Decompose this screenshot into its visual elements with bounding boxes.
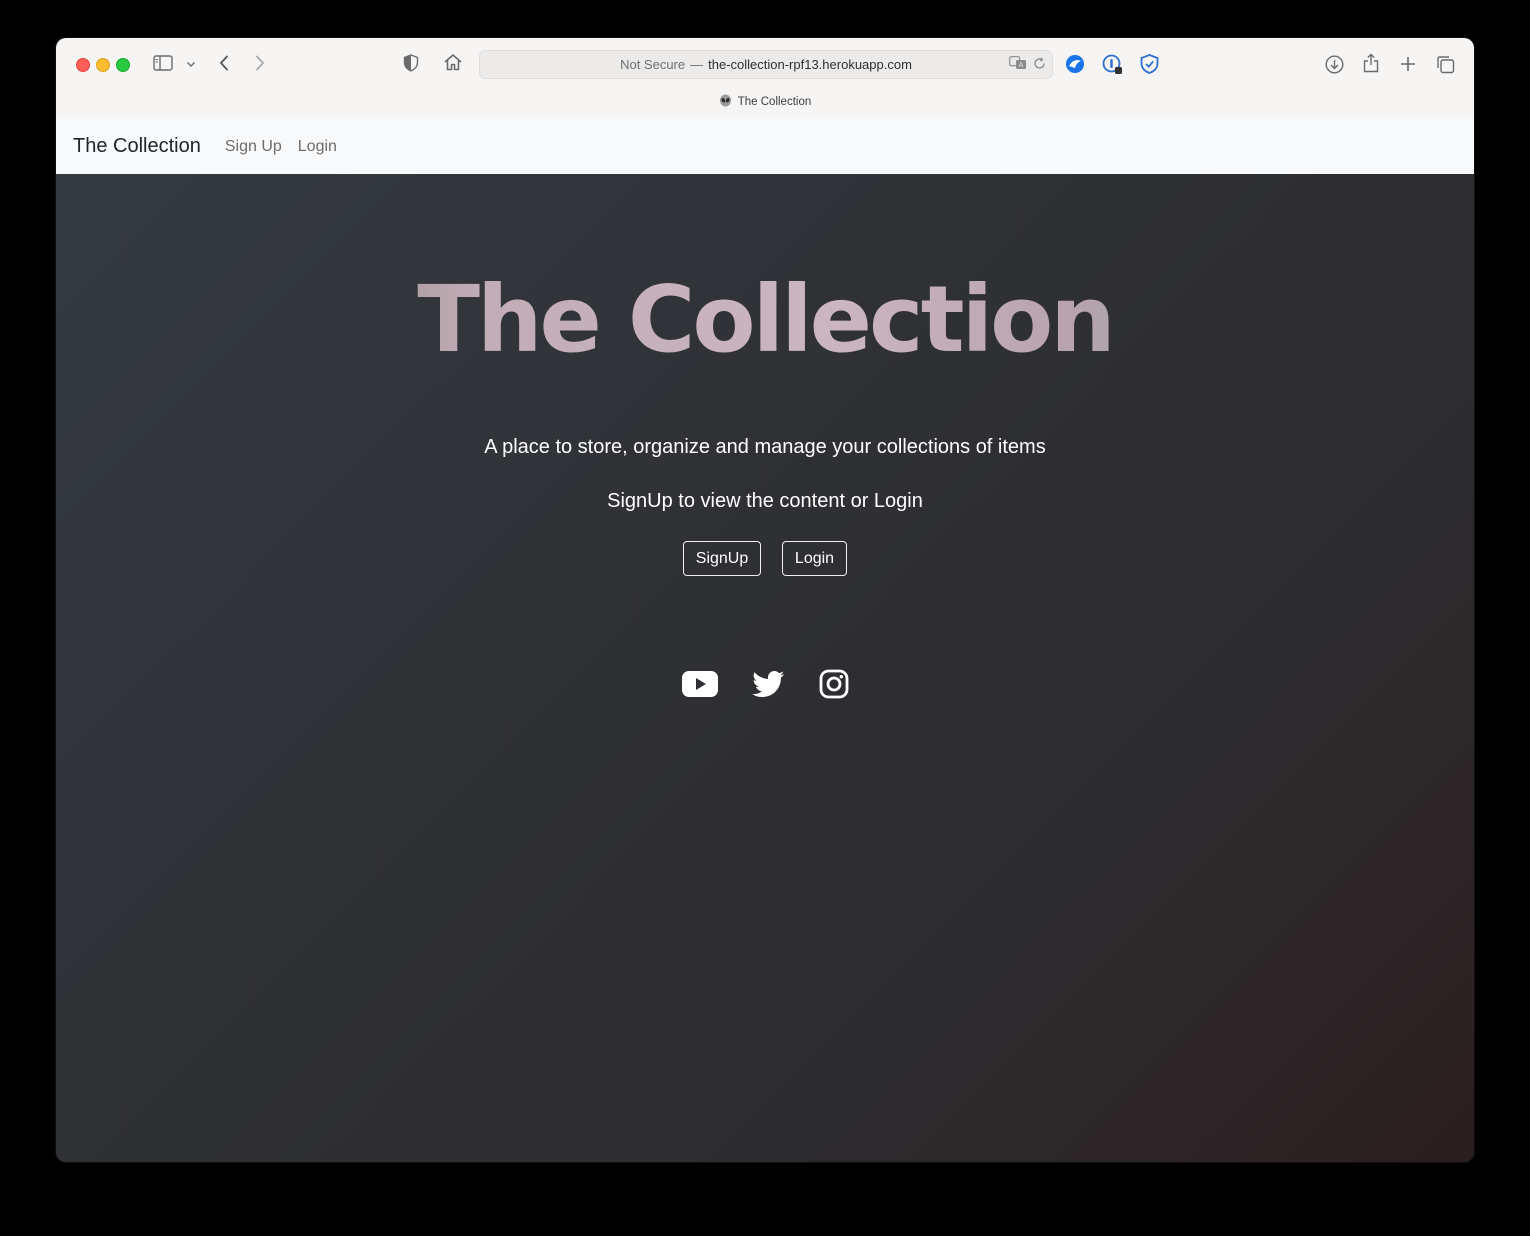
reload-icon[interactable] xyxy=(1033,56,1046,73)
zoom-window-button[interactable] xyxy=(116,58,130,72)
shield-icon[interactable] xyxy=(402,53,420,73)
url-security-label: Not Secure xyxy=(620,57,686,72)
hero-subline: SignUp to view the content or Login xyxy=(607,490,923,512)
url-host: the-collection-rpf13.herokuapp.com xyxy=(708,57,912,72)
browser-window: Not Secure — the-collection-rpf13.heroku… xyxy=(56,38,1474,1162)
login-button[interactable]: Login xyxy=(782,541,847,576)
signup-button[interactable]: SignUp xyxy=(683,541,761,576)
extension-blue-icon[interactable] xyxy=(1064,53,1086,75)
twitter-icon[interactable] xyxy=(751,670,785,698)
forward-icon[interactable] xyxy=(252,53,268,73)
hero-button-row: SignUp Login xyxy=(56,541,1474,576)
site-navbar: The Collection Sign Up Login xyxy=(56,119,1474,174)
browser-toolbar: Not Secure — the-collection-rpf13.heroku… xyxy=(56,38,1474,120)
address-bar[interactable]: Not Secure — the-collection-rpf13.heroku… xyxy=(479,50,1053,79)
home-icon[interactable] xyxy=(442,52,464,72)
alien-favicon-icon xyxy=(719,94,732,110)
social-links xyxy=(56,669,1474,699)
hero-title-text: The Collection xyxy=(417,266,1113,373)
nav-link-login[interactable]: Login xyxy=(298,138,337,156)
instagram-icon[interactable] xyxy=(819,669,849,699)
nav-link-sign-up[interactable]: Sign Up xyxy=(225,138,282,156)
hero-section: The Collection A place to store, organiz… xyxy=(56,174,1474,1162)
close-window-button[interactable] xyxy=(76,58,90,72)
tab-the-collection[interactable]: The Collection xyxy=(56,94,1474,110)
tab-title: The Collection xyxy=(737,96,812,108)
hero-tagline: A place to store, organize and manage yo… xyxy=(484,436,1046,458)
tabs-overview-icon[interactable] xyxy=(1434,53,1456,75)
chevron-down-icon[interactable] xyxy=(184,57,198,71)
back-icon[interactable] xyxy=(216,53,232,73)
svg-text:A: A xyxy=(1019,61,1024,69)
sidebar-icon[interactable] xyxy=(152,54,174,72)
navbar-brand[interactable]: The Collection xyxy=(73,135,201,158)
hero-title: The Collection xyxy=(56,274,1474,366)
new-tab-icon[interactable] xyxy=(1397,53,1419,75)
youtube-icon[interactable] xyxy=(681,671,718,697)
password-icon[interactable] xyxy=(1101,53,1123,75)
minimize-window-button[interactable] xyxy=(96,58,110,72)
download-icon[interactable] xyxy=(1323,53,1345,75)
shield-check-icon[interactable] xyxy=(1138,53,1160,75)
url-separator: — xyxy=(690,57,704,72)
translate-icon[interactable]: A xyxy=(1009,56,1027,73)
share-icon[interactable] xyxy=(1360,52,1382,74)
